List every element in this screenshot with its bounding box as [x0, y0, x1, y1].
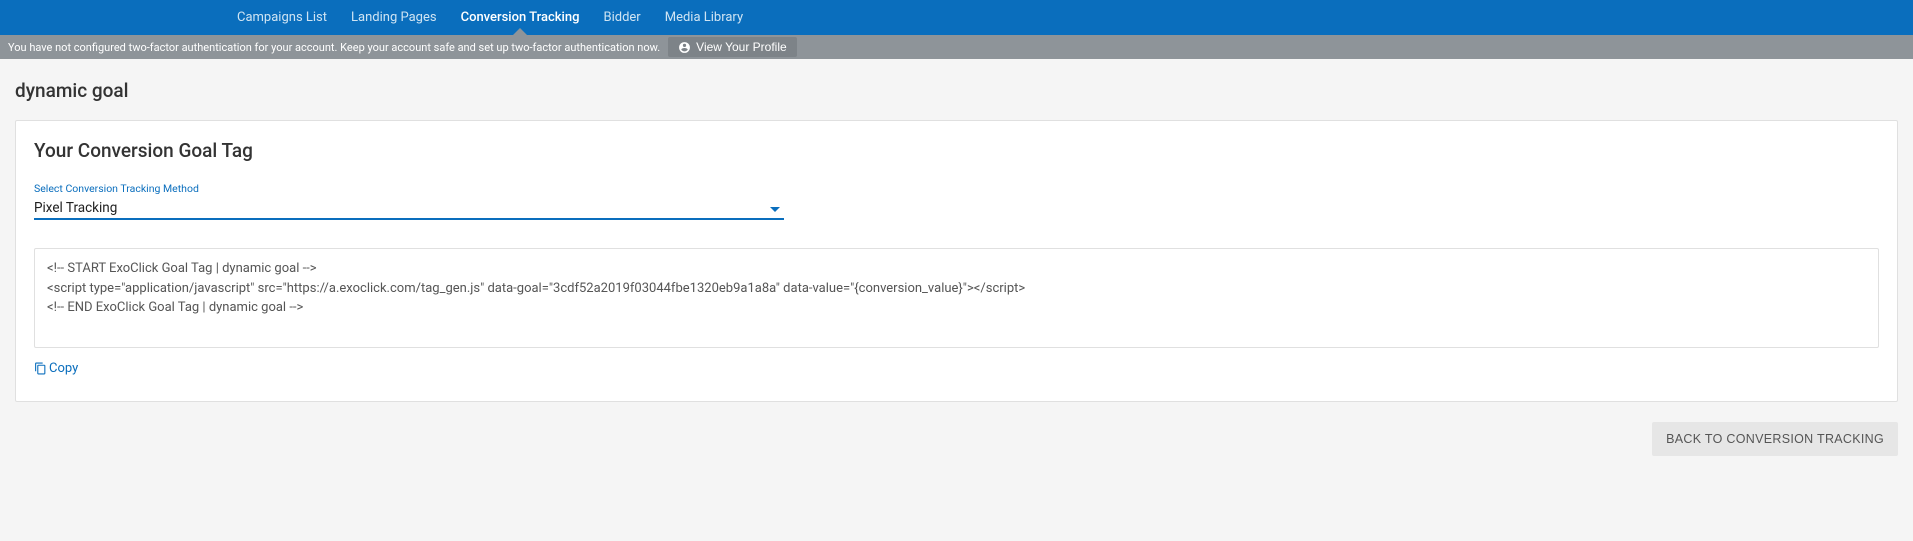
- copy-button[interactable]: Copy: [34, 361, 78, 376]
- view-profile-button[interactable]: View Your Profile: [668, 37, 797, 57]
- dropdown-arrow-icon: [770, 207, 780, 212]
- copy-label: Copy: [49, 361, 78, 376]
- top-nav: Campaigns List Landing Pages Conversion …: [0, 0, 1913, 35]
- goal-tag-code[interactable]: <!-- START ExoClick Goal Tag | dynamic g…: [34, 248, 1879, 348]
- notice-text: You have not configured two-factor authe…: [8, 41, 660, 54]
- nav-landing-pages[interactable]: Landing Pages: [339, 0, 449, 35]
- back-to-conversion-tracking-button[interactable]: BACK TO CONVERSION TRACKING: [1652, 422, 1898, 456]
- page-content: dynamic goal Your Conversion Goal Tag Se…: [0, 59, 1913, 471]
- select-label: Select Conversion Tracking Method: [34, 182, 784, 195]
- conversion-tag-card: Your Conversion Goal Tag Select Conversi…: [15, 120, 1898, 402]
- two-factor-notice: You have not configured two-factor authe…: [0, 35, 1913, 59]
- card-title: Your Conversion Goal Tag: [34, 139, 1879, 162]
- nav-conversion-tracking[interactable]: Conversion Tracking: [449, 0, 592, 35]
- select-value: Pixel Tracking: [34, 200, 117, 216]
- page-title: dynamic goal: [15, 79, 1898, 102]
- tracking-method-select[interactable]: Select Conversion Tracking Method Pixel …: [34, 182, 784, 220]
- view-profile-label: View Your Profile: [696, 40, 787, 54]
- nav-media-library[interactable]: Media Library: [653, 0, 755, 35]
- user-circle-icon: [678, 41, 691, 54]
- nav-campaigns-list[interactable]: Campaigns List: [225, 0, 339, 35]
- nav-bidder[interactable]: Bidder: [591, 0, 652, 35]
- copy-icon: [34, 362, 47, 375]
- footer-actions: BACK TO CONVERSION TRACKING: [15, 422, 1898, 456]
